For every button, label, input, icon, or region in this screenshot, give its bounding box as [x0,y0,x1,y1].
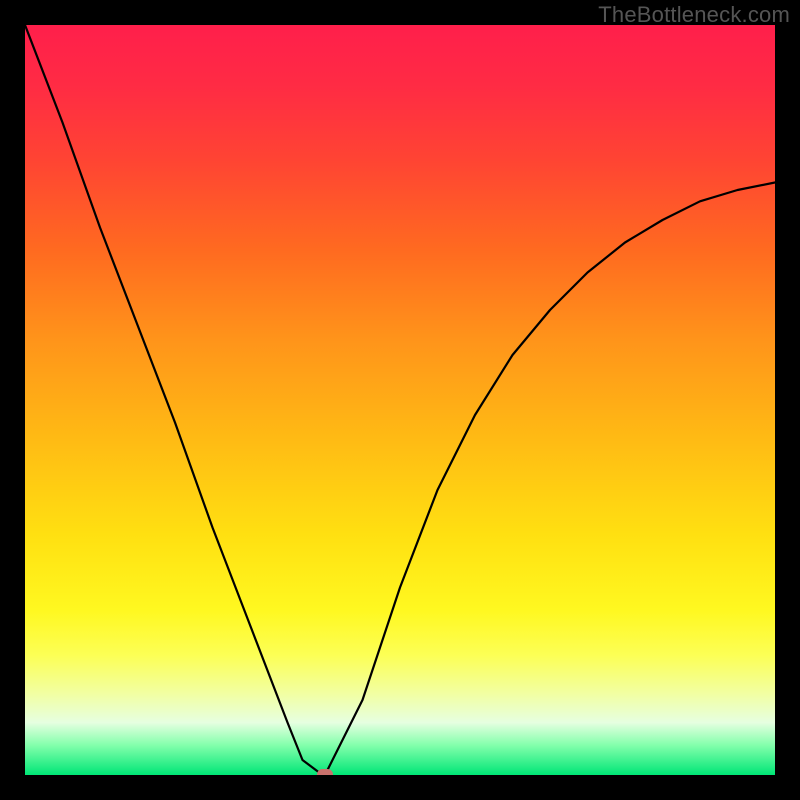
bottleneck-curve [25,25,775,775]
chart-frame: TheBottleneck.com [0,0,800,800]
curve-layer [25,25,775,775]
optimal-marker [317,769,333,775]
plot-area [25,25,775,775]
